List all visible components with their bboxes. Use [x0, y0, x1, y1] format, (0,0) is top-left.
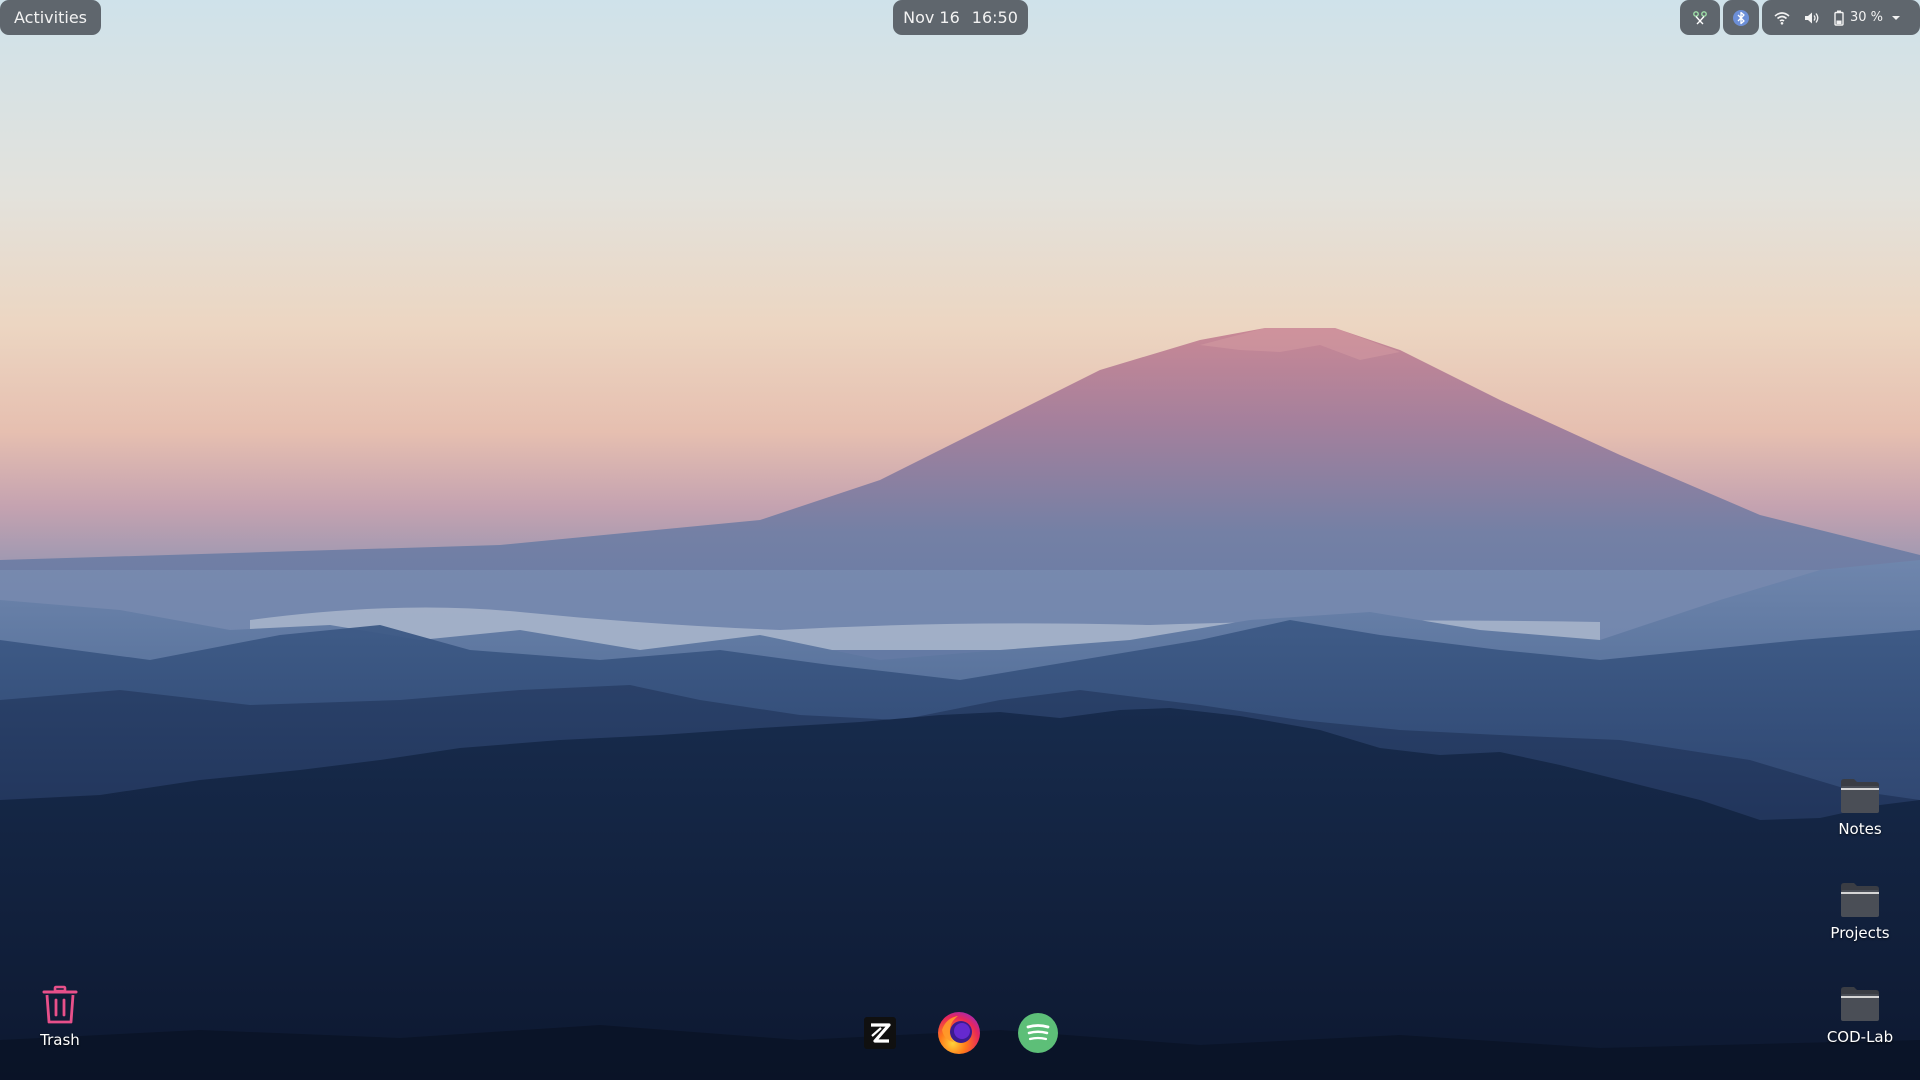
clock-date: Nov 16 — [903, 8, 960, 27]
desktop-icon-label: Notes — [1838, 820, 1882, 838]
battery-percent: 30 % — [1850, 10, 1884, 25]
firefox-icon — [938, 1012, 980, 1054]
battery-icon — [1834, 10, 1844, 26]
dock-spotify[interactable] — [1015, 1010, 1061, 1056]
desktop: Activities Nov 16 16:50 30 % Trash Notes… — [0, 0, 1920, 1080]
spotify-icon — [1018, 1013, 1058, 1053]
folder-icon — [1841, 987, 1879, 1021]
desktop-icon-label: COD-Lab — [1826, 1028, 1894, 1046]
folder-icon — [1841, 779, 1879, 813]
dock-zed[interactable] — [857, 1010, 903, 1056]
wallpaper — [0, 0, 1920, 1080]
chevron-down-icon — [1892, 15, 1901, 20]
wifi-icon — [1774, 11, 1790, 25]
folder-icon — [1841, 883, 1879, 917]
volume-icon — [1805, 12, 1819, 23]
desktop-trash[interactable]: Trash — [5, 985, 115, 1049]
clock-time: 16:50 — [971, 8, 1018, 27]
activities-button[interactable]: Activities — [0, 0, 101, 35]
activities-label: Activities — [14, 8, 87, 27]
desktop-folder-notes[interactable]: Notes — [1805, 778, 1915, 838]
system-menu-button[interactable]: 30 % — [1762, 0, 1920, 35]
bluetooth-indicator[interactable] — [1723, 0, 1759, 35]
extension-indicator[interactable] — [1680, 0, 1720, 35]
trash-icon — [42, 985, 78, 1024]
bluetooth-icon — [1733, 9, 1749, 26]
desktop-folder-cod-lab[interactable]: COD-Lab — [1805, 986, 1915, 1046]
zed-icon — [864, 1017, 896, 1049]
extension-icon — [1693, 10, 1707, 24]
clock-button[interactable]: Nov 16 16:50 — [893, 0, 1028, 35]
desktop-icon-label: Trash — [40, 1031, 80, 1049]
dock-firefox[interactable] — [936, 1010, 982, 1056]
desktop-icon-label: Projects — [1830, 924, 1890, 942]
desktop-folder-projects[interactable]: Projects — [1805, 882, 1915, 942]
